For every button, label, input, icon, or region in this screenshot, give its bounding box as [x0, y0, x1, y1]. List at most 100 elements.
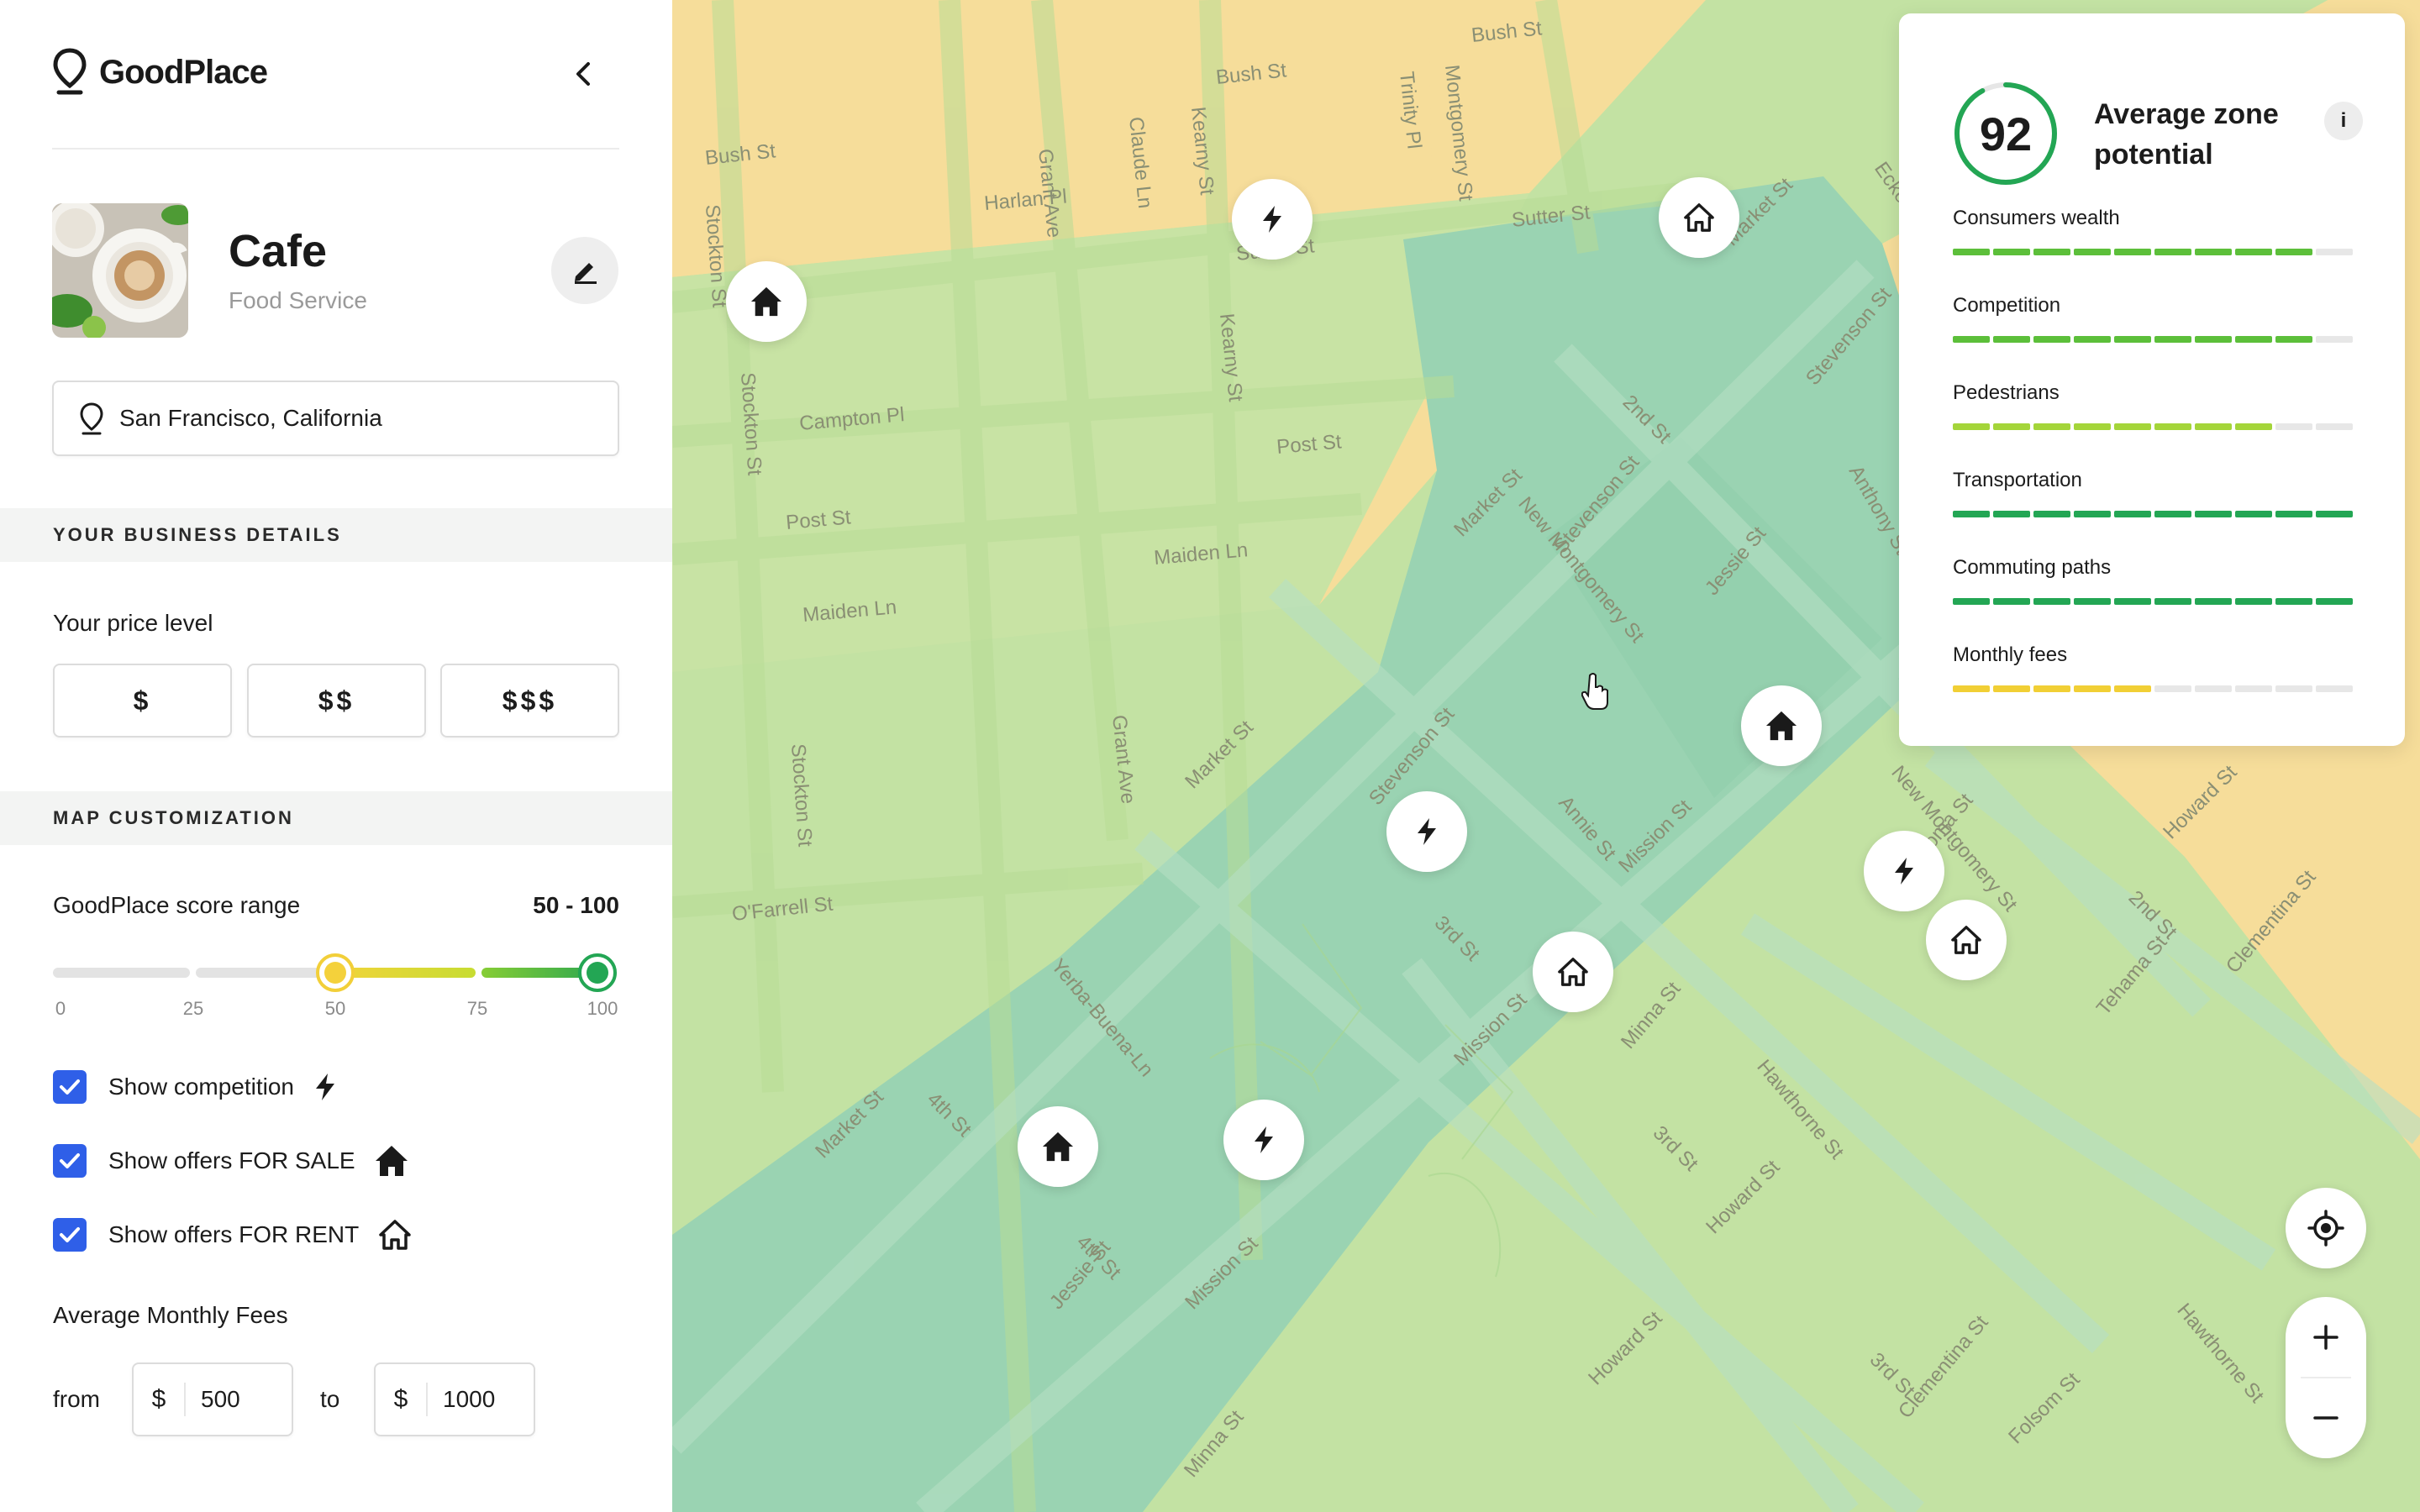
- house-outline-icon: [1684, 203, 1714, 232]
- metric-bar: [1953, 336, 2353, 343]
- slider-max-handle[interactable]: [578, 953, 617, 992]
- sidebar: GoodPlace Cafe Food Service San Francisc…: [0, 0, 672, 1512]
- app-name: GoodPlace: [99, 53, 268, 91]
- slider-track-segment-3: [339, 968, 476, 978]
- map-customization-header: MAP CUSTOMIZATION: [0, 791, 672, 845]
- price-level-label: Your price level: [53, 610, 213, 636]
- house-outline-icon: [379, 1220, 411, 1250]
- metric-segment-filled: [2114, 511, 2151, 517]
- metric-bar: [1953, 423, 2353, 430]
- check-icon: [60, 1227, 80, 1242]
- map-pin-competition[interactable]: [1232, 179, 1313, 260]
- metric-pedestrians: Pedestrians: [1953, 381, 2353, 430]
- check-icon: [60, 1153, 80, 1168]
- score-range-value: 50 - 100: [533, 892, 619, 918]
- metric-segment-empty: [2275, 423, 2312, 430]
- metric-segment-filled: [2235, 511, 2272, 517]
- metric-commuting-paths: Commuting paths: [1953, 556, 2353, 605]
- checkbox-checked[interactable]: [53, 1218, 87, 1252]
- location-pin-icon: [80, 402, 103, 435]
- show-offers-for-rent-toggle[interactable]: Show offers FOR RENT: [53, 1218, 413, 1252]
- app-logo[interactable]: GoodPlace: [52, 47, 268, 97]
- metric-segment-filled: [2195, 598, 2232, 605]
- business-details-header: YOUR BUSINESS DETAILS: [0, 508, 672, 562]
- map-pin-competition[interactable]: [1864, 831, 1944, 911]
- metric-segment-empty: [2275, 685, 2312, 692]
- metric-segment-empty: [2154, 685, 2191, 692]
- metric-segment-filled: [2074, 423, 2111, 430]
- zone-title: Average zone potential: [2094, 98, 2279, 171]
- metric-segment-filled: [2275, 511, 2312, 517]
- metric-segment-filled: [2235, 423, 2272, 430]
- metric-consumers-wealth: Consumers wealth: [1953, 207, 2353, 255]
- house-filled-icon: [1765, 711, 1797, 741]
- zoom-in-button[interactable]: [2286, 1297, 2366, 1378]
- metric-segment-filled: [2195, 423, 2232, 430]
- info-button[interactable]: i: [2324, 102, 2363, 140]
- hand-cursor-icon: [1581, 673, 1608, 710]
- metric-segment-filled: [1993, 685, 2030, 692]
- bolt-icon: [316, 1074, 335, 1100]
- checkbox-checked[interactable]: [53, 1144, 87, 1178]
- metric-segment-empty: [2316, 423, 2353, 430]
- metric-segment-filled: [2074, 336, 2111, 343]
- toggle-label: Show offers FOR RENT: [108, 1221, 360, 1247]
- metric-bar: [1953, 685, 2353, 692]
- fees-from-input[interactable]: $ 500: [132, 1362, 293, 1436]
- collapse-sidebar-button[interactable]: [563, 54, 603, 94]
- metric-segment-filled: [1993, 511, 2030, 517]
- metric-segment-filled: [2154, 598, 2191, 605]
- bolt-icon: [1263, 206, 1281, 233]
- price-option-2[interactable]: $$: [247, 664, 426, 738]
- show-competition-toggle[interactable]: Show competition: [53, 1070, 338, 1104]
- fees-to-input[interactable]: $ 1000: [374, 1362, 535, 1436]
- toggle-label: Show competition: [108, 1074, 295, 1100]
- metric-bar: [1953, 511, 2353, 517]
- zoom-out-button[interactable]: [2286, 1378, 2366, 1458]
- map-pin-for-sale[interactable]: [1741, 685, 1822, 766]
- bolt-icon: [1895, 858, 1913, 885]
- metric-segment-filled: [2195, 336, 2232, 343]
- edit-business-button[interactable]: [551, 237, 618, 304]
- metric-bar: [1953, 249, 2353, 255]
- zoom-control: [2286, 1297, 2366, 1458]
- locate-me-button[interactable]: [2286, 1188, 2366, 1268]
- metric-bar: [1953, 598, 2353, 605]
- metric-segment-filled: [2114, 598, 2151, 605]
- map-pin-for-rent[interactable]: [1926, 900, 2007, 980]
- map-pin-for-sale[interactable]: [1018, 1106, 1098, 1187]
- checkbox-checked[interactable]: [53, 1070, 87, 1104]
- metric-segment-filled: [2235, 336, 2272, 343]
- metric-monthly-fees: Monthly fees: [1953, 643, 2353, 692]
- metric-segment-filled: [2316, 511, 2353, 517]
- metric-segment-filled: [2074, 249, 2111, 255]
- slider-min-handle[interactable]: [316, 953, 355, 992]
- map-pin-competition[interactable]: [1223, 1100, 1304, 1180]
- fees-from-label: from: [53, 1386, 100, 1412]
- metric-segment-filled: [2154, 511, 2191, 517]
- currency-symbol: $: [134, 1383, 186, 1416]
- map-pin-for-rent[interactable]: [1659, 177, 1739, 258]
- show-offers-for-sale-toggle[interactable]: Show offers FOR SALE: [53, 1144, 409, 1178]
- metric-segment-filled: [2033, 598, 2070, 605]
- map-pin-competition[interactable]: [1386, 791, 1467, 872]
- metric-segment-filled: [2033, 423, 2070, 430]
- price-option-3[interactable]: $$$: [440, 664, 619, 738]
- metric-segment-filled: [2114, 685, 2151, 692]
- location-input[interactable]: San Francisco, California: [52, 381, 619, 456]
- house-outline-icon: [1951, 926, 1981, 954]
- metric-segment-filled: [1953, 249, 1990, 255]
- price-option-1[interactable]: $: [53, 664, 232, 738]
- metric-segment-filled: [1993, 249, 2030, 255]
- metric-segment-filled: [1953, 511, 1990, 517]
- minus-icon: [2313, 1416, 2338, 1420]
- business-name: Cafe: [229, 226, 328, 276]
- metric-segment-filled: [2114, 336, 2151, 343]
- metric-segment-filled: [1953, 336, 1990, 343]
- metric-label: Pedestrians: [1953, 381, 2060, 404]
- metric-segment-empty: [2235, 685, 2272, 692]
- map-pin-for-sale[interactable]: [726, 261, 807, 342]
- metric-segment-filled: [2275, 249, 2312, 255]
- map-pin-for-rent[interactable]: [1533, 932, 1613, 1012]
- toggle-label: Show offers FOR SALE: [108, 1147, 355, 1173]
